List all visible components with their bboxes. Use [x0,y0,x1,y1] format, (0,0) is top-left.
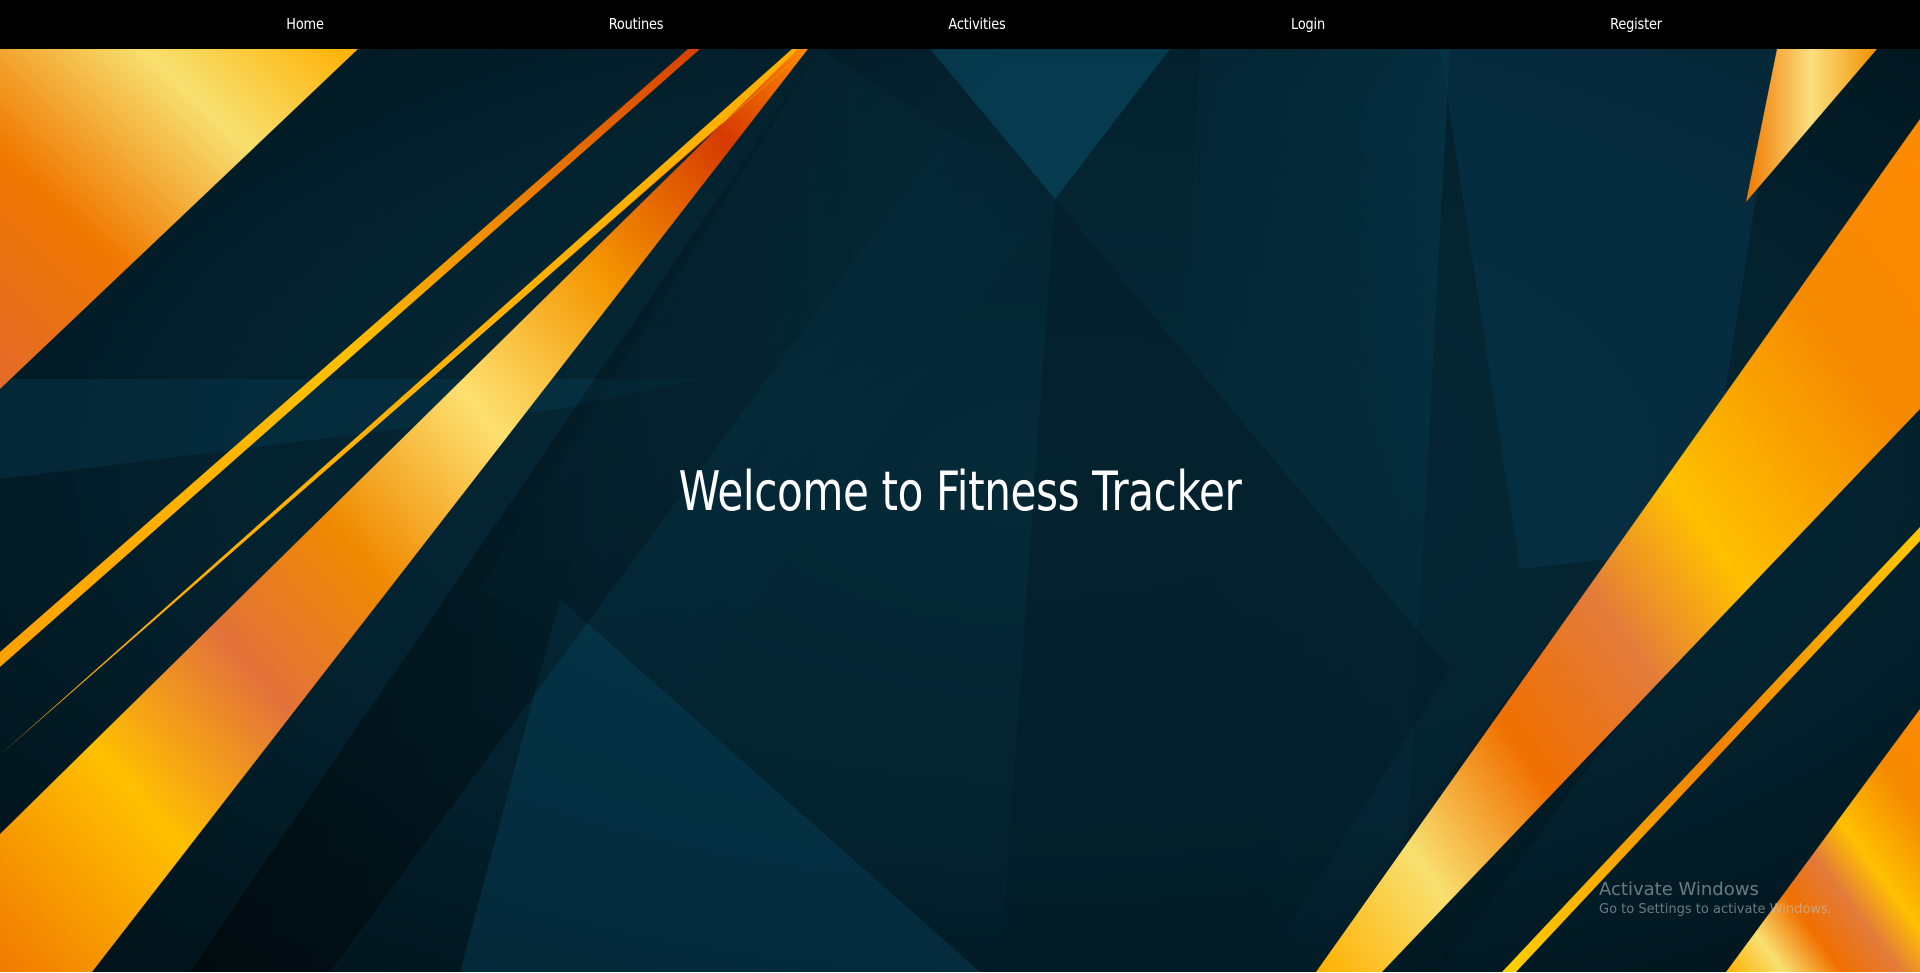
watermark-title: Activate Windows [1599,879,1759,900]
nav-activities-link[interactable]: Activities [948,0,1005,49]
nav-routines-link[interactable]: Routines [609,0,664,49]
top-navbar: Home Routines Activities Login Register [0,0,1920,49]
activate-windows-watermark: Activate Windows Go to Settings to activ… [1599,879,1832,919]
hero-title: Welcome to Fitness Tracker [678,460,1242,523]
nav-register-link[interactable]: Register [1610,0,1662,49]
nav-login-link[interactable]: Login [1291,0,1325,49]
hero-section: Welcome to Fitness Tracker [0,49,1920,972]
watermark-subtitle: Go to Settings to activate Windows. [1599,902,1832,917]
nav-home-link[interactable]: Home [286,0,324,49]
page: Home Routines Activities Login Register [0,0,1920,973]
